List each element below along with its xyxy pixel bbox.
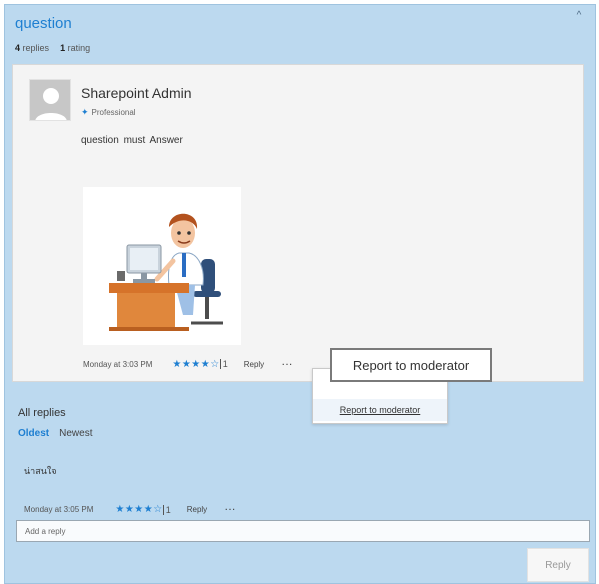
post-body: question must Answer <box>81 135 183 146</box>
submit-reply-button[interactable]: Reply <box>527 548 589 582</box>
thread-title[interactable]: question <box>15 15 72 32</box>
reply-input[interactable]: Add a reply <box>16 520 590 542</box>
pin-icon: ✦ <box>81 107 89 117</box>
avatar[interactable] <box>29 79 71 121</box>
reply-count-label: replies <box>22 43 50 53</box>
sort-tabs: Oldest Newest <box>18 428 92 439</box>
rating-count: 1 <box>60 43 66 53</box>
post-author[interactable]: Sharepoint Admin <box>81 85 192 101</box>
post-role: ✦ Professional <box>81 107 136 118</box>
replies-heading: All replies <box>18 407 66 419</box>
sort-oldest-tab[interactable]: Oldest <box>18 428 49 439</box>
sort-newest-tab[interactable]: Newest <box>59 428 92 439</box>
reply-timestamp: Monday at 3:05 PM <box>24 505 94 514</box>
user-placeholder-icon <box>30 80 70 120</box>
chevron-up-icon[interactable]: ^ <box>573 11 585 21</box>
report-tooltip: Report to moderator <box>330 348 492 382</box>
reply-footer: Monday at 3:05 PM ★★★★☆ 1 Reply ··· <box>24 504 236 515</box>
post-reply-link[interactable]: Reply <box>244 360 264 369</box>
reply-count: 4 <box>15 43 21 53</box>
reply-rating-stars[interactable]: ★★★★☆ <box>115 504 162 515</box>
reply-reply-link[interactable]: Reply <box>187 505 207 514</box>
post-rating-count: 1 <box>219 359 228 369</box>
post-card: Sharepoint Admin ✦ Professional question … <box>12 64 584 382</box>
reply-text: น่าสนใจ <box>24 466 57 476</box>
thread-meta: 4 replies 1 rating <box>15 43 90 53</box>
role-label: Professional <box>91 108 136 117</box>
reply-rating-count: 1 <box>162 504 171 515</box>
post-image <box>83 187 241 345</box>
post-timestamp: Monday at 3:03 PM <box>83 359 153 369</box>
report-to-moderator-menu-item[interactable]: Report to moderator <box>313 399 447 421</box>
reply-more-button[interactable]: ··· <box>225 505 236 514</box>
office-worker-illustration <box>109 213 223 331</box>
rating-stars[interactable]: ★★★★☆ <box>172 359 219 370</box>
post-more-button[interactable]: ··· <box>282 360 293 369</box>
rating-count-label: rating <box>67 43 91 53</box>
reply-item: น่าสนใจ Monday at 3:05 PM ★★★★☆ 1 Reply … <box>24 464 236 515</box>
post-footer: Monday at 3:03 PM ★★★★☆ 1 Reply ··· <box>83 357 293 371</box>
